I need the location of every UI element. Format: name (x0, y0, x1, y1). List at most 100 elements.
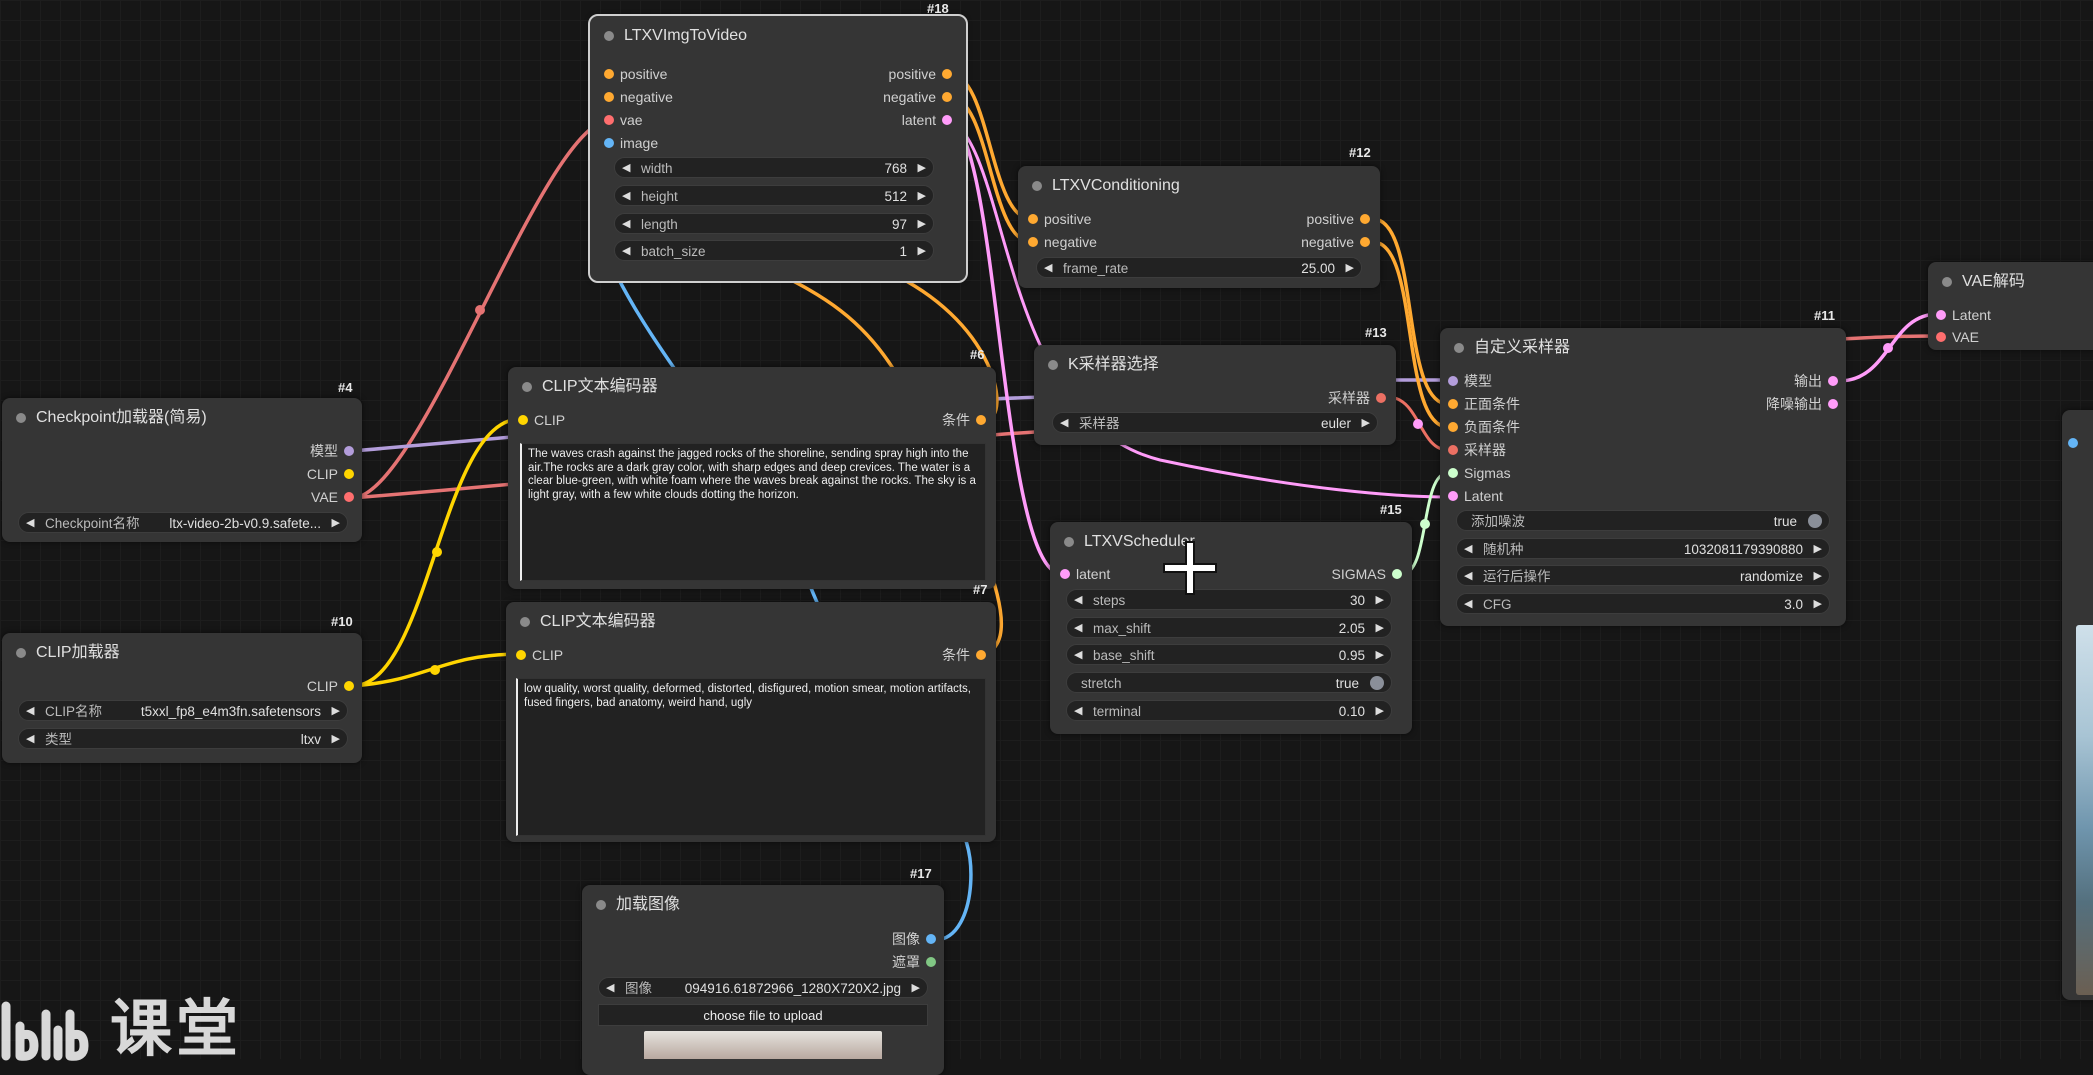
collapse-dot[interactable] (604, 31, 614, 41)
widget-seed[interactable]: ◀ 随机种 1032081179390880 ▶ (1456, 538, 1830, 559)
node-checkpoint-loader[interactable]: Checkpoint加载器(简易) 模型 CLIP VAE ◀ Checkpoin… (2, 398, 362, 542)
collapse-dot[interactable] (1032, 181, 1042, 191)
output-model[interactable]: 模型 (310, 442, 354, 460)
widget-max-shift[interactable]: ◀ max_shift 2.05 ▶ (1066, 617, 1392, 638)
collapse-dot[interactable] (1064, 537, 1074, 547)
output-latent[interactable]: latent (901, 111, 952, 129)
node-ltxvscheduler[interactable]: LTXVScheduler latent SIGMAS ◀ steps 30 ▶ ◀ m… (1050, 522, 1412, 734)
input-clip[interactable]: CLIP (518, 411, 565, 429)
widget-sampler[interactable]: ◀ 采样器 euler ▶ (1052, 412, 1378, 433)
input-sampler[interactable]: 采样器 (1448, 441, 1506, 459)
node-title[interactable]: CLIP加载器 (2, 633, 362, 673)
input-positive[interactable]: 正面条件 (1448, 395, 1520, 413)
output-negative[interactable]: negative (883, 88, 952, 106)
widget-length[interactable]: ◀ length 97 ▶ (614, 213, 934, 234)
collapse-dot[interactable] (1048, 360, 1058, 370)
node-title[interactable]: LTXVScheduler (1050, 522, 1412, 562)
output-clip[interactable]: CLIP (307, 465, 354, 483)
node-customsampler[interactable]: 自定义采样器 模型 正面条件 负面条件 采样器 Sigmas Latent 输出… (1440, 328, 1846, 626)
output-positive[interactable]: positive (889, 65, 952, 83)
slot-label: Latent (1464, 488, 1503, 504)
node-clip-text-encode-positive[interactable]: CLIP文本编码器 CLIP 条件 The waves crash agains… (508, 367, 996, 589)
widget-image[interactable]: ◀ 图像 094916.61872966_1280X720X2.jpg ▶ (598, 977, 928, 998)
input-positive[interactable]: positive (1028, 210, 1091, 228)
widget-steps[interactable]: ◀ steps 30 ▶ (1066, 589, 1392, 610)
input-vae[interactable]: vae (604, 111, 643, 129)
input-latent[interactable]: Latent (1936, 306, 1991, 324)
collapse-dot[interactable] (522, 382, 532, 392)
input-image[interactable]: image (604, 134, 658, 152)
output-mask[interactable]: 遮罩 (892, 953, 936, 971)
widget-terminal[interactable]: ◀ terminal 0.10 ▶ (1066, 700, 1392, 721)
output-image[interactable]: 图像 (892, 930, 936, 948)
node-title[interactable]: VAE解码 (1928, 262, 2093, 302)
output-sampler[interactable]: 采样器 (1328, 389, 1386, 407)
negative-prompt-textarea[interactable]: low quality, worst quality, deformed, di… (516, 678, 986, 836)
node-title[interactable]: Checkpoint加载器(简易) (2, 398, 362, 438)
collapse-dot[interactable] (1454, 343, 1464, 353)
collapse-dot[interactable] (16, 648, 26, 658)
node-title[interactable]: K采样器选择 (1034, 345, 1396, 385)
node-load-image[interactable]: 加载图像 图像 遮罩 ◀ 图像 094916.61872966_1280X720X2… (582, 885, 944, 1075)
widget-stretch-toggle[interactable]: stretch true (1066, 672, 1392, 693)
node-vaedecode[interactable]: VAE解码 Latent VAE (1928, 262, 2093, 350)
node-video-preview-partial[interactable] (2062, 410, 2093, 1000)
input-positive[interactable]: positive (604, 65, 667, 83)
widget-width[interactable]: ◀ width 768 ▶ (614, 157, 934, 178)
output-clip[interactable]: CLIP (306, 677, 354, 695)
widget-frame-rate[interactable]: ◀ frame_rate 25.00 ▶ (1036, 257, 1362, 278)
input-vae[interactable]: VAE (1936, 328, 1979, 346)
watermark-logo: 课堂 (0, 978, 242, 1068)
output-vae[interactable]: VAE (311, 488, 354, 506)
node-id-badge: #4 (338, 380, 353, 395)
node-ksamplerselect[interactable]: K采样器选择 采样器 ◀ 采样器 euler ▶ (1034, 345, 1396, 445)
slot-label: negative (1301, 234, 1354, 250)
output-conditioning[interactable]: 条件 (942, 411, 986, 429)
widget-batch-size[interactable]: ◀ batch_size 1 ▶ (614, 240, 934, 261)
input-negative[interactable]: negative (604, 88, 673, 106)
input-negative[interactable]: 负面条件 (1448, 418, 1520, 436)
output-sigmas[interactable]: SIGMAS (1332, 565, 1402, 583)
slot-label: latent (901, 112, 936, 128)
output-denoised[interactable]: 降噪输出 (1766, 395, 1838, 413)
prompt-textarea[interactable]: The waves crash against the jagged rocks… (520, 443, 986, 581)
output-negative[interactable]: negative (1301, 233, 1370, 251)
output-conditioning[interactable]: 条件 (942, 646, 986, 664)
slot-label: positive (1306, 211, 1354, 227)
input-clip[interactable]: CLIP (516, 646, 563, 664)
output-positive[interactable]: positive (1306, 210, 1370, 228)
node-title[interactable]: LTXVConditioning (1018, 166, 1380, 206)
input-sigmas[interactable]: Sigmas (1448, 464, 1511, 482)
upload-button[interactable]: choose file to upload (598, 1004, 928, 1026)
widget-add-noise-toggle[interactable]: 添加噪波 true (1456, 510, 1830, 531)
node-title[interactable]: 自定义采样器 (1440, 328, 1846, 368)
widget-clip-type[interactable]: ◀ 类型 ltxv ▶ (18, 728, 348, 749)
node-ltxvimgtovideo[interactable]: LTXVImgToVideo positive negative vae ima… (588, 14, 968, 283)
widget-control-after-generate[interactable]: ◀ 运行后操作 randomize ▶ (1456, 565, 1830, 586)
collapse-dot[interactable] (520, 617, 530, 627)
node-title[interactable]: 加载图像 (582, 885, 944, 925)
widget-clip-name[interactable]: ◀ CLIP名称 t5xxl_fp8_e4m3fn.safetensors ▶ (18, 700, 348, 721)
node-id-badge: #18 (927, 1, 949, 16)
node-title[interactable]: CLIP文本编码器 (508, 367, 996, 407)
node-title[interactable]: LTXVImgToVideo (590, 16, 966, 56)
collapse-dot[interactable] (16, 413, 26, 423)
slot-label: VAE (1952, 329, 1979, 345)
widget-height[interactable]: ◀ height 512 ▶ (614, 185, 934, 206)
input-latent[interactable]: Latent (1448, 487, 1503, 505)
slot-label: CLIP (306, 678, 338, 694)
node-clip-text-encode-negative[interactable]: CLIP文本编码器 CLIP 条件 low quality, worst qua… (506, 602, 996, 842)
collapse-dot[interactable] (1942, 277, 1952, 287)
widget-checkpoint-name[interactable]: ◀ Checkpoint名称 ltx-video-2b-v0.9.safete...… (18, 512, 348, 533)
input-model[interactable]: 模型 (1448, 372, 1492, 390)
input-negative[interactable]: negative (1028, 233, 1097, 251)
output-output[interactable]: 输出 (1794, 372, 1838, 390)
node-title[interactable]: CLIP文本编码器 (506, 602, 996, 642)
widget-cfg[interactable]: ◀ CFG 3.0 ▶ (1456, 593, 1830, 614)
input-latent[interactable]: latent (1060, 565, 1110, 583)
input-pin[interactable] (2068, 438, 2078, 448)
collapse-dot[interactable] (596, 900, 606, 910)
node-clip-loader[interactable]: CLIP加载器 CLIP ◀ CLIP名称 t5xxl_fp8_e4m3fn.saf… (2, 633, 362, 763)
node-ltxvconditioning[interactable]: LTXVConditioning positive negative posit… (1018, 166, 1380, 288)
widget-base-shift[interactable]: ◀ base_shift 0.95 ▶ (1066, 644, 1392, 665)
